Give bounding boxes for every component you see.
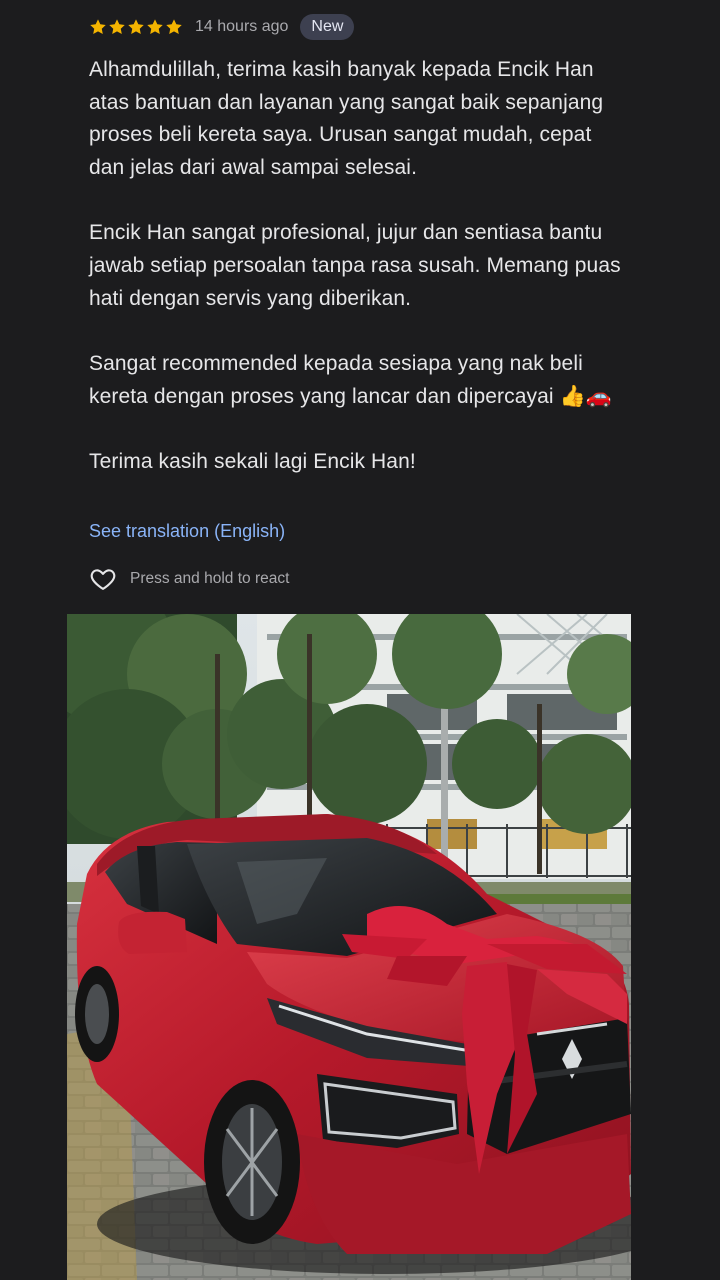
review-text: Alhamdulillah, terima kasih banyak kepad… (89, 54, 629, 479)
review-paragraph: Terima kasih sekali lagi Encik Han! (89, 450, 416, 474)
star-icon (90, 19, 106, 35)
heart-icon (90, 569, 116, 590)
star-icon (128, 19, 144, 35)
new-badge: New (300, 14, 355, 40)
react-label: Press and hold to react (130, 570, 290, 587)
review-meta: 14 hours ago New (89, 12, 629, 42)
review-paragraph: Sangat recommended kepada sesiapa yang n… (89, 352, 613, 408)
review-time: 14 hours ago (195, 18, 289, 35)
see-translation-link[interactable]: See translation (English) (89, 521, 285, 542)
star-icon (166, 19, 182, 35)
react-button[interactable]: Press and hold to react (89, 565, 289, 593)
star-icon (147, 19, 163, 35)
review-paragraph: Encik Han sangat profesional, jujur dan … (89, 221, 621, 310)
review-paragraph: Alhamdulillah, terima kasih banyak kepad… (89, 58, 604, 179)
review-photo[interactable] (67, 614, 631, 1280)
star-icon (109, 19, 125, 35)
star-rating (89, 18, 183, 36)
review-card: 14 hours ago New Alhamdulillah, terima k… (89, 12, 629, 479)
